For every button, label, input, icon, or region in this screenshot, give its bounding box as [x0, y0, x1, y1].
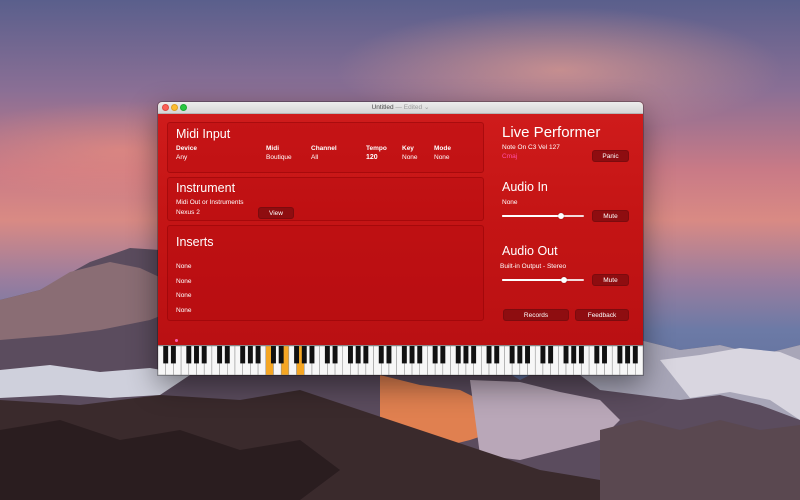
piano-keyboard[interactable] — [158, 345, 643, 375]
audio-in-volume-knob[interactable] — [558, 213, 565, 219]
instrument-panel: Instrument Midi Out or Instruments Nexus… — [167, 177, 484, 221]
records-button[interactable]: Records — [503, 309, 569, 321]
black-key[interactable] — [163, 346, 169, 364]
inserts-heading: Inserts — [176, 235, 214, 249]
device-label: Device — [176, 145, 197, 152]
inserts-panel: Inserts None None None None — [167, 225, 484, 321]
midi-input-panel: Midi Input Device Any Midi Boutique Chan… — [167, 122, 484, 173]
window-title-name: Untitled — [371, 104, 394, 111]
instrument-value[interactable]: Nexus 2 — [176, 209, 200, 216]
black-key[interactable] — [632, 346, 638, 364]
black-key[interactable] — [486, 346, 492, 364]
audio-out-volume-fill — [502, 279, 564, 281]
black-key[interactable] — [309, 346, 315, 364]
black-key[interactable] — [247, 346, 253, 364]
window-title: Untitled — Edited ⌄ — [158, 103, 643, 111]
audio-in-device[interactable]: None — [502, 199, 518, 206]
black-key[interactable] — [432, 346, 438, 364]
chord-status: Cmaj — [502, 153, 518, 160]
black-key[interactable] — [201, 346, 207, 364]
black-key[interactable] — [240, 346, 246, 364]
black-key[interactable] — [625, 346, 631, 364]
mode-value[interactable]: None — [434, 154, 450, 161]
panic-button[interactable]: Panic — [592, 150, 629, 162]
audio-out-mute-button[interactable]: Mute — [592, 274, 629, 286]
black-key[interactable] — [324, 346, 330, 364]
instrument-sub-label: Midi Out or Instruments — [176, 199, 244, 206]
black-key[interactable] — [271, 346, 276, 364]
title-bar: Untitled — Edited ⌄ — [158, 102, 643, 114]
black-key[interactable] — [401, 346, 407, 364]
black-key[interactable] — [548, 346, 554, 364]
black-key[interactable] — [563, 346, 569, 364]
black-key[interactable] — [355, 346, 361, 364]
black-key[interactable] — [525, 346, 530, 364]
insert-slot-1[interactable]: None — [176, 263, 192, 270]
black-key[interactable] — [494, 346, 500, 364]
black-key[interactable] — [224, 346, 230, 364]
key-label: Key — [402, 145, 414, 152]
black-key[interactable] — [255, 346, 261, 364]
note-status: Note On C3 Vel 127 — [502, 144, 560, 151]
black-key[interactable] — [278, 346, 284, 364]
black-key[interactable] — [301, 346, 307, 364]
app-window: Untitled — Edited ⌄ Midi Input Device An… — [158, 102, 643, 375]
black-key[interactable] — [471, 346, 477, 364]
black-key[interactable] — [517, 346, 523, 364]
audio-out-device[interactable]: Built-in Output - Stereo — [500, 263, 566, 270]
black-key[interactable] — [540, 346, 546, 364]
black-key[interactable] — [509, 346, 515, 364]
mode-label: Mode — [434, 145, 451, 152]
window-title-edited[interactable]: — Edited ⌄ — [395, 104, 429, 111]
black-key[interactable] — [417, 346, 423, 364]
black-key[interactable] — [455, 346, 461, 364]
black-key[interactable] — [170, 346, 176, 364]
midi-activity-indicator — [175, 339, 178, 342]
black-key[interactable] — [194, 346, 199, 364]
black-key[interactable] — [348, 346, 353, 364]
insert-slot-3[interactable]: None — [176, 292, 192, 299]
channel-label: Channel — [311, 145, 337, 152]
midi-value[interactable]: Boutique — [266, 154, 292, 161]
black-key[interactable] — [294, 346, 300, 364]
tempo-label: Tempo — [366, 145, 387, 152]
view-button[interactable]: View — [258, 207, 294, 219]
audio-in-heading: Audio In — [502, 180, 548, 194]
feedback-button[interactable]: Feedback — [575, 309, 629, 321]
insert-slot-2[interactable]: None — [176, 278, 192, 285]
black-key[interactable] — [578, 346, 584, 364]
midi-input-heading: Midi Input — [176, 127, 231, 141]
insert-slot-4[interactable]: None — [176, 307, 192, 314]
black-key[interactable] — [617, 346, 623, 364]
live-performer-heading: Live Performer — [502, 124, 601, 141]
audio-out-volume-knob[interactable] — [560, 277, 567, 283]
black-key[interactable] — [363, 346, 369, 364]
audio-in-volume-fill — [502, 215, 562, 217]
channel-value[interactable]: All — [311, 154, 318, 161]
tempo-value[interactable]: 120 — [366, 154, 378, 161]
audio-out-heading: Audio Out — [502, 244, 558, 258]
black-key[interactable] — [378, 346, 384, 364]
key-value[interactable]: None — [402, 154, 418, 161]
black-key[interactable] — [332, 346, 338, 364]
audio-in-volume-slider[interactable] — [502, 213, 584, 219]
audio-out-volume-slider[interactable] — [502, 277, 584, 283]
black-key[interactable] — [463, 346, 469, 364]
black-key[interactable] — [594, 346, 600, 364]
black-key[interactable] — [386, 346, 392, 364]
black-key[interactable] — [186, 346, 192, 364]
device-value[interactable]: Any — [176, 154, 187, 161]
black-key[interactable] — [217, 346, 223, 364]
instrument-heading: Instrument — [176, 181, 236, 195]
black-key[interactable] — [571, 346, 577, 364]
black-key[interactable] — [440, 346, 446, 364]
black-key[interactable] — [409, 346, 415, 364]
audio-in-mute-button[interactable]: Mute — [592, 210, 629, 222]
midi-label: Midi — [266, 145, 279, 152]
black-key[interactable] — [602, 346, 607, 364]
